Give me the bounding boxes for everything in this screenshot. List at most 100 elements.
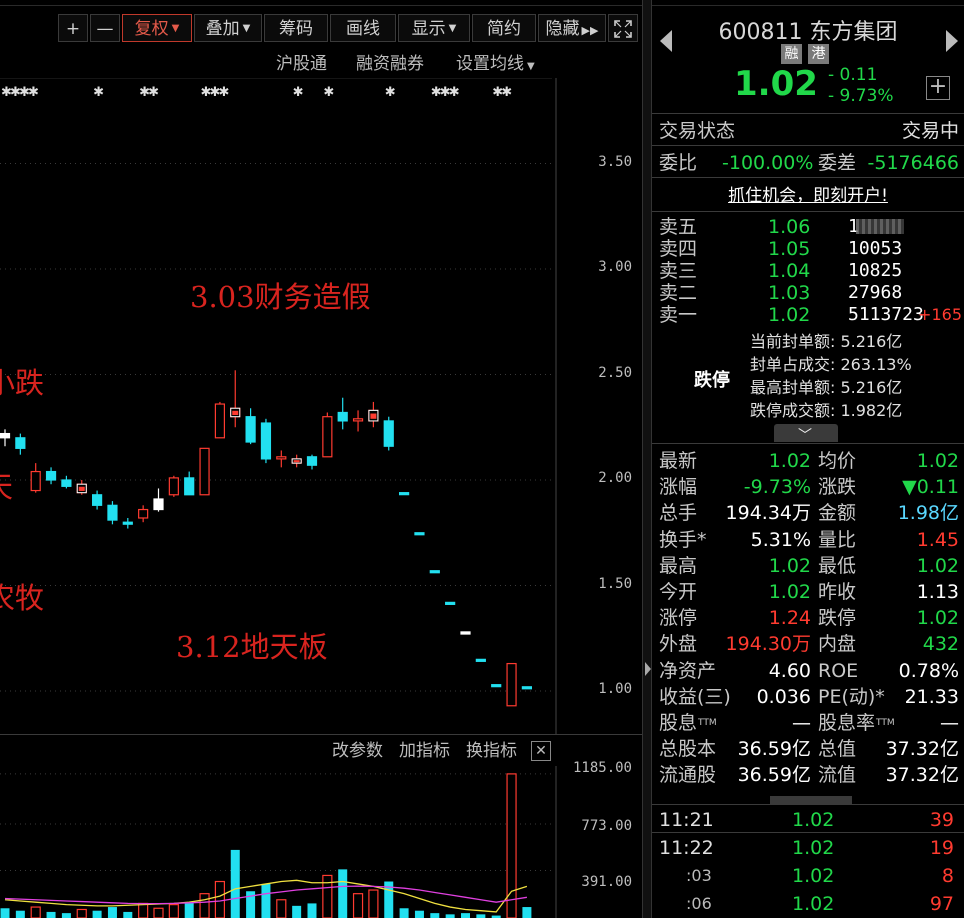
volume-chart[interactable]	[0, 766, 642, 918]
limit-info-row: 封单占成交: 263.13%	[750, 355, 912, 374]
event-marker: ✱	[93, 85, 104, 100]
stat-value: 1.13	[916, 581, 959, 603]
edit-params-link[interactable]: 改参数	[332, 737, 383, 765]
stat-row: 最新 1.02 均价 1.02	[652, 448, 964, 474]
fuquan-button[interactable]: 复权 ▼	[122, 14, 192, 42]
scroll-tab[interactable]	[770, 796, 852, 804]
y-tick-label: 2.00	[598, 470, 632, 486]
hide-button[interactable]: 隐藏 ▶▶	[538, 14, 606, 42]
stat-value: 4.60	[768, 659, 811, 682]
stat-value: 1.45	[916, 528, 959, 551]
stat-value: 1.02	[768, 581, 811, 603]
candle-body	[383, 420, 394, 447]
collapse-arrow-icon[interactable]	[645, 662, 651, 676]
stat-value: 37.32亿	[885, 764, 959, 787]
stat-value: 1.02	[916, 554, 959, 577]
stat-row: 净资产 4.60 ROE 0.78%	[652, 658, 964, 684]
stat-label: 最低	[818, 554, 857, 577]
volume-bar	[461, 913, 470, 918]
zoom-in-button[interactable]: +	[58, 14, 88, 42]
stat-row: 外盘 194.30万 内盘 432	[652, 631, 964, 657]
volume-bar	[399, 908, 409, 918]
volume-bar	[445, 914, 455, 918]
chip-distribution-button[interactable]: 筹码	[264, 14, 328, 42]
overlay-button[interactable]: 叠加 ▼	[194, 14, 262, 42]
stat-label: 流通股	[659, 764, 717, 787]
stat-label: 涨停	[659, 607, 698, 630]
volume-bar	[61, 913, 71, 918]
zoom-out-button[interactable]: —	[90, 14, 120, 42]
volume-bar	[0, 908, 10, 918]
stat-label: 流值	[818, 764, 857, 787]
volume-header: 改参数 加指标 换指标 ✕	[0, 734, 642, 766]
fullscreen-icon[interactable]	[608, 14, 638, 42]
stat-label: PE(动)*	[818, 685, 885, 708]
candle-body	[168, 477, 179, 496]
display-button[interactable]: 显示 ▼	[398, 14, 470, 42]
candle-body	[399, 492, 410, 496]
simple-mode-button[interactable]: 简约	[472, 14, 536, 42]
stock-header: 600811 东方集团 融 港 1.02 - 0.11 - 9.73% +	[652, 8, 964, 114]
hgt-link[interactable]: 沪股通	[276, 50, 327, 78]
volume-bar	[430, 913, 440, 918]
add-indicator-link[interactable]: 加指标	[399, 737, 450, 765]
volume-bar	[522, 907, 532, 918]
dropdown-arrow-icon: ▼	[242, 23, 251, 34]
open-account-link[interactable]: 抓住机会，即刻开户!	[652, 180, 964, 212]
volume-bar	[153, 907, 164, 918]
margin-tag: 融	[781, 44, 802, 64]
dropdown-arrow-icon: ▼	[171, 23, 180, 34]
candle-body	[506, 662, 517, 707]
draw-line-button[interactable]: 画线	[330, 14, 396, 42]
stat-label: 股息TTM	[659, 712, 717, 734]
stat-value: 0.036	[756, 685, 811, 708]
ma-settings-link[interactable]: 设置均线 ▼	[456, 50, 535, 81]
volume-tick-label: 773.00	[581, 818, 632, 834]
stat-label: 跌停	[818, 607, 857, 630]
stat-label: 换手*	[659, 528, 707, 551]
candle-body	[260, 422, 272, 460]
stat-label: ROE	[818, 659, 859, 682]
stat-label: 外盘	[659, 633, 698, 656]
weibi-label: 委比	[659, 152, 698, 174]
annotation-cut-left-2: 天	[0, 464, 13, 506]
y-tick-label: 3.00	[598, 259, 632, 275]
volume-bar	[214, 880, 225, 918]
order-level-name: 卖五	[659, 216, 698, 238]
candle-body	[107, 504, 118, 521]
stat-row: 收益(三) 0.036 PE(动)* 21.33	[652, 684, 964, 710]
volume-bar	[184, 902, 194, 918]
stat-value: 37.32亿	[885, 738, 959, 761]
y-tick-label: 2.50	[598, 365, 632, 381]
order-level-name: 卖一	[659, 304, 698, 326]
event-marker: ✱	[449, 85, 460, 100]
stat-row: 涨幅 -9.73% 涨跌 ▼0.11	[652, 474, 964, 500]
collapse-tab[interactable]: ﹀	[774, 424, 838, 444]
candle-body-inner	[232, 410, 239, 416]
stat-row: 总手 194.34万 金额 1.98亿	[652, 500, 964, 526]
plus-icon[interactable]: +	[926, 76, 950, 100]
volume-bar	[107, 907, 117, 918]
margin-trading-link[interactable]: 融资融券	[356, 50, 424, 78]
tick-time: 11:21	[659, 809, 714, 831]
trademark-mark: TTM	[698, 718, 717, 728]
kline-chart-pane[interactable]: + — 复权 ▼ 叠加 ▼ 筹码 画线 显示 ▼ 简约 隐藏 ▶▶ 沪股通 融资融券 设…	[0, 0, 642, 918]
stat-value: 1.24	[768, 607, 811, 630]
volume-bar	[92, 910, 102, 918]
divider-line	[652, 443, 964, 444]
tick-row: 11:22 1.02 19	[652, 834, 964, 862]
pane-divider[interactable]	[642, 0, 652, 918]
stat-label: 股息率TTM	[818, 712, 895, 734]
chart-toolbar: + — 复权 ▼ 叠加 ▼ 筹码 画线 显示 ▼ 简约 隐藏 ▶▶	[0, 12, 642, 44]
switch-indicator-link[interactable]: 换指标	[466, 737, 517, 765]
stat-label: 总股本	[659, 738, 717, 761]
stat-row: 流通股 36.59亿 流值 37.32亿	[652, 762, 964, 788]
close-icon[interactable]: ✕	[531, 741, 551, 761]
chart-sub-toolbar: 沪股通 融资融券 设置均线 ▼	[0, 50, 642, 78]
divider-line	[652, 804, 964, 805]
volume-tick-label: 1185.00	[572, 760, 632, 776]
order-level-name: 卖三	[659, 260, 698, 282]
stat-value: ▼0.11	[902, 476, 959, 499]
stat-row: 股息TTM — 股息率TTM —	[652, 710, 964, 736]
order-ratio-row: 委比 -100.00% 委差 -5176466	[652, 148, 964, 178]
